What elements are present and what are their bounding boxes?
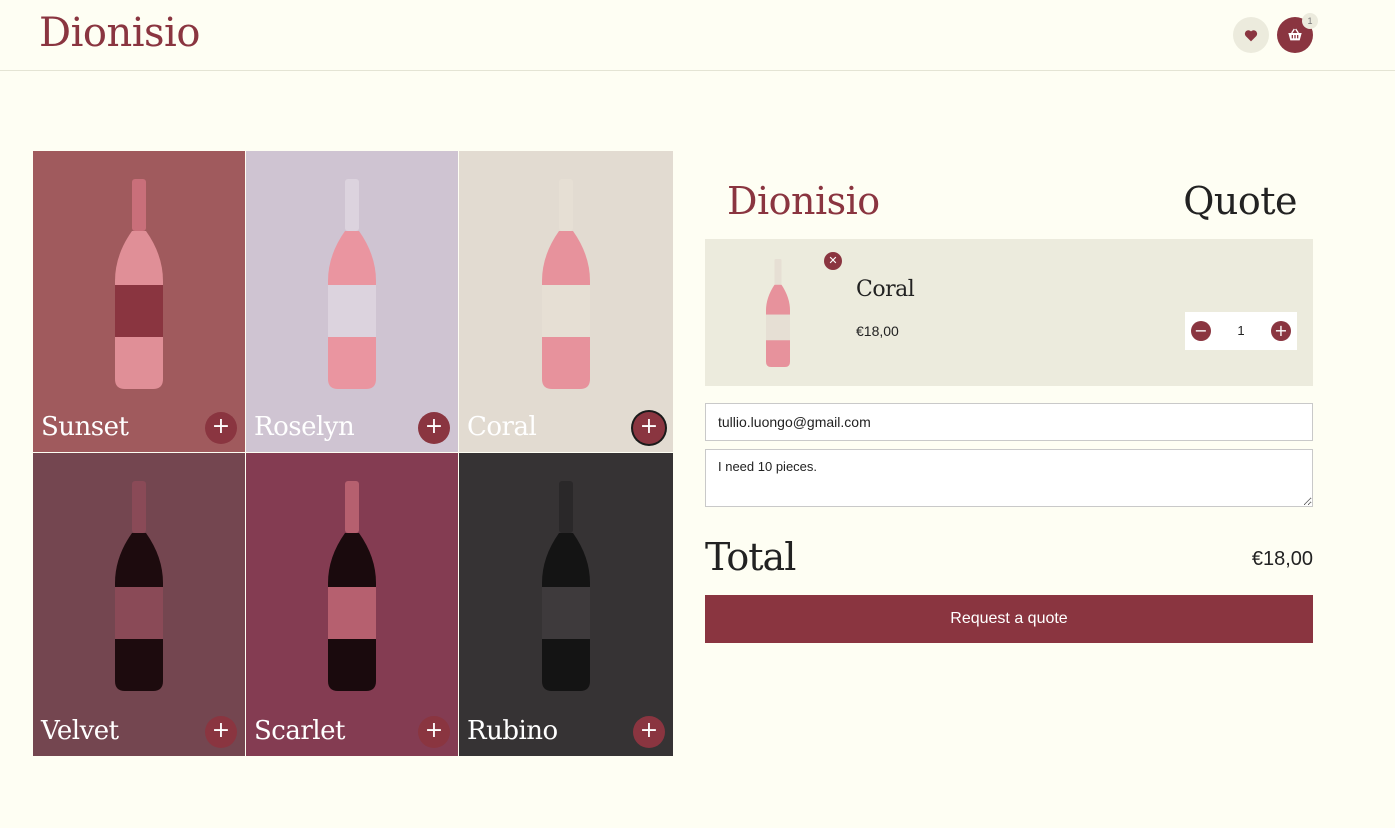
heart-icon (1244, 29, 1258, 41)
quote-header: Dionisio Quote (705, 151, 1313, 239)
quote-panel: Dionisio Quote ✕ Coral €18,00 − 1 + I ne… (705, 151, 1313, 643)
add-to-quote-button[interactable]: + (205, 412, 237, 444)
favorites-button[interactable] (1233, 17, 1269, 53)
add-to-quote-button[interactable]: + (633, 412, 665, 444)
add-to-quote-button[interactable]: + (633, 716, 665, 748)
product-name: Scarlet (254, 716, 345, 746)
product-card[interactable]: Velvet + (33, 453, 246, 756)
product-card[interactable]: Sunset + (33, 151, 246, 453)
product-grid: Sunset + Roselyn + Coral + Velvet + Scarlet + Rubi… (33, 151, 673, 756)
site-header: Dionisio 1 (0, 0, 1395, 71)
message-field[interactable]: I need 10 pieces. (705, 449, 1313, 507)
total-label: Total (705, 535, 796, 579)
product-name: Coral (467, 412, 537, 442)
quote-item: ✕ Coral €18,00 − 1 + (705, 239, 1313, 386)
cart-count-badge: 1 (1302, 13, 1318, 29)
increase-quantity-button[interactable]: + (1271, 321, 1291, 341)
product-card[interactable]: Roselyn + (246, 151, 459, 453)
remove-item-button[interactable]: ✕ (824, 252, 842, 270)
wine-bottle-image (328, 179, 376, 389)
basket-icon (1288, 28, 1302, 41)
wine-bottle-image (115, 179, 163, 389)
wine-bottle-image (542, 179, 590, 389)
product-name: Rubino (467, 716, 558, 746)
total-value: €18,00 (1251, 548, 1313, 570)
item-name: Coral (856, 277, 915, 302)
product-card[interactable]: Rubino + (459, 453, 673, 756)
wine-bottle-image (328, 481, 376, 691)
brand-logo[interactable]: Dionisio (39, 10, 200, 56)
product-card[interactable]: Scarlet + (246, 453, 459, 756)
product-thumbnail (766, 259, 790, 367)
wine-bottle-image (115, 481, 163, 691)
product-name: Roselyn (254, 412, 355, 442)
quote-title: Quote (1183, 179, 1297, 223)
add-to-quote-button[interactable]: + (418, 716, 450, 748)
product-card[interactable]: Coral + (459, 151, 673, 453)
add-to-quote-button[interactable]: + (205, 716, 237, 748)
product-name: Sunset (41, 412, 129, 442)
quote-brand: Dionisio (727, 179, 880, 223)
product-name: Velvet (41, 716, 119, 746)
item-price: €18,00 (856, 323, 899, 339)
email-field[interactable] (705, 403, 1313, 441)
quantity-stepper: − 1 + (1185, 312, 1297, 350)
request-quote-button[interactable]: Request a quote (705, 595, 1313, 643)
wine-bottle-image (542, 481, 590, 691)
add-to-quote-button[interactable]: + (418, 412, 450, 444)
